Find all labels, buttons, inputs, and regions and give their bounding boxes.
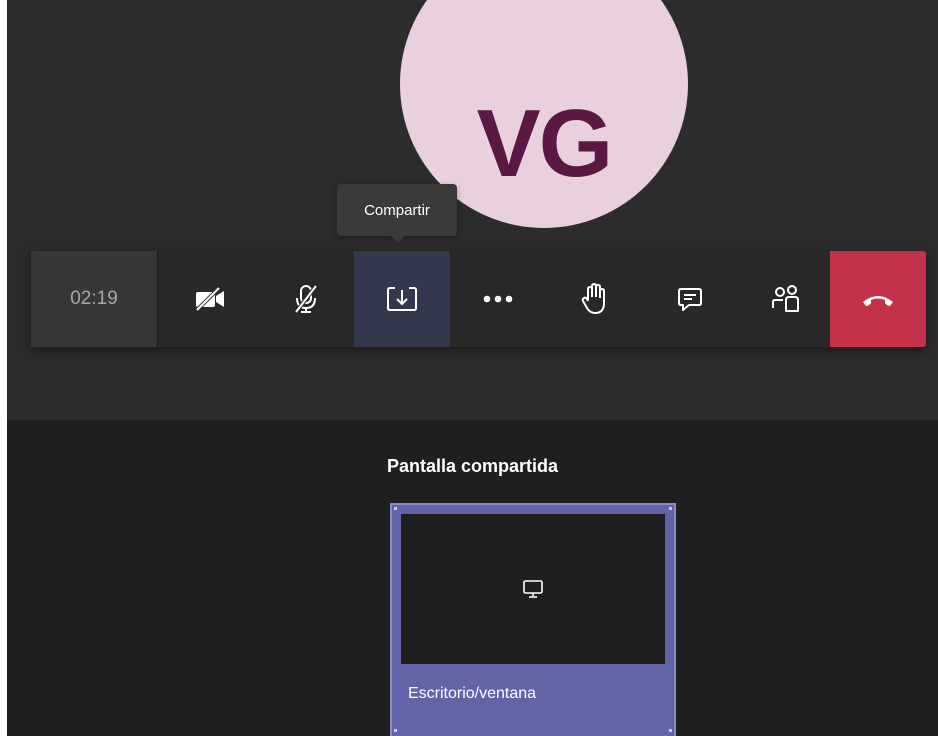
meeting-window: VG Compartir 02:19 Pantalla compartida E… bbox=[7, 0, 938, 736]
avatar-initials: VG bbox=[476, 90, 614, 197]
raise-hand-button[interactable] bbox=[546, 251, 642, 347]
chat-icon bbox=[678, 288, 702, 311]
share-preview bbox=[401, 514, 665, 664]
hang-up-icon bbox=[863, 296, 893, 306]
call-controls-toolbar: 02:19 bbox=[31, 251, 926, 347]
participants-button[interactable] bbox=[738, 251, 834, 347]
desktop-window-share-option[interactable]: Escritorio/ventana bbox=[390, 503, 676, 736]
corner-marker bbox=[394, 507, 397, 510]
hang-up-button[interactable] bbox=[830, 251, 926, 347]
tooltip-arrow bbox=[390, 235, 406, 243]
corner-marker bbox=[394, 729, 397, 732]
video-stage: VG Compartir 02:19 bbox=[7, 0, 938, 420]
more-icon bbox=[483, 295, 513, 303]
more-actions-button[interactable] bbox=[450, 251, 546, 347]
mic-off-icon bbox=[294, 284, 318, 314]
mic-toggle-button[interactable] bbox=[258, 251, 354, 347]
share-tray-icon bbox=[387, 287, 417, 311]
raise-hand-icon bbox=[581, 283, 605, 314]
share-option-label: Escritorio/ventana bbox=[408, 685, 537, 702]
call-timer: 02:19 bbox=[31, 251, 158, 347]
corner-marker bbox=[669, 729, 672, 732]
share-button[interactable] bbox=[354, 251, 450, 347]
participants-icon bbox=[772, 285, 799, 312]
chat-button[interactable] bbox=[642, 251, 738, 347]
share-tooltip: Compartir bbox=[337, 184, 457, 236]
camera-toggle-button[interactable] bbox=[162, 251, 258, 347]
monitor-icon bbox=[523, 580, 543, 598]
camera-off-icon bbox=[195, 286, 224, 312]
share-section-title: Pantalla compartida bbox=[386, 456, 559, 476]
corner-marker bbox=[669, 507, 672, 510]
